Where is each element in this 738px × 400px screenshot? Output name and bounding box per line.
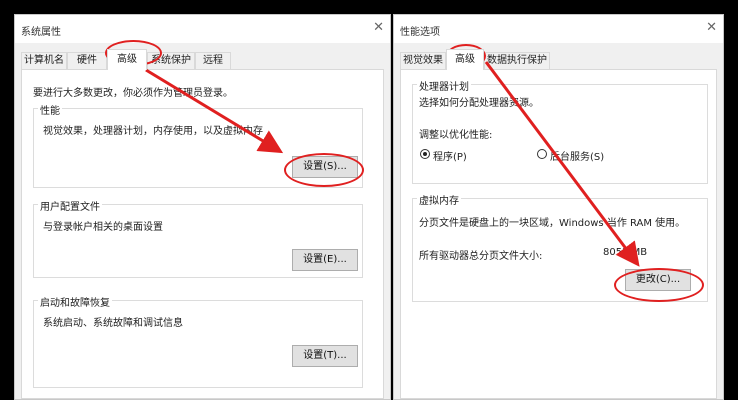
background-services-radio-label[interactable]: 后台服务(S) [550,148,604,163]
highlight-ellipse-change-button [614,268,704,302]
advanced-panel: 处理器计划 选择如何分配处理器资源。 调整以优化性能: 程序(P) 后台服务(S… [400,69,717,399]
tab-visual-effects[interactable]: 视觉效果 [400,52,446,69]
highlight-ellipse-performance-button [284,153,364,187]
paging-file-total-value: 8052 MB [603,247,648,258]
background-services-radio[interactable] [537,149,547,159]
performance-description: 视觉效果，处理器计划，内存使用，以及虚拟内存 [43,126,263,137]
title-bar[interactable]: 性能选项 ✕ [394,15,723,43]
tab-advanced[interactable]: 高级 [446,49,484,70]
performance-options-window: 性能选项 ✕ 视觉效果 高级 数据执行保护 处理器计划 选择如何分配处理器资源。… [393,14,724,400]
paging-file-total-label: 所有驱动器总分页文件大小: [419,251,543,262]
system-properties-window: 系统属性 ✕ 计算机名 硬件 高级 系统保护 远程 要进行大多数更改，你必须作为… [14,14,391,400]
user-profiles-settings-button[interactable]: 设置(E)... [292,249,358,271]
window-title: 性能选项 [400,27,440,38]
admin-notice: 要进行大多数更改，你必须作为管理员登录。 [33,88,233,99]
performance-group-title: 性能 [38,102,62,117]
user-profiles-group-title: 用户配置文件 [38,198,102,213]
window-content: 视觉效果 高级 数据执行保护 处理器计划 选择如何分配处理器资源。 调整以优化性… [394,43,723,399]
processor-scheduling-group: 处理器计划 选择如何分配处理器资源。 调整以优化性能: 程序(P) 后台服务(S… [412,78,708,184]
title-bar[interactable]: 系统属性 ✕ [15,15,390,43]
close-icon[interactable]: ✕ [706,20,717,35]
tab-remote[interactable]: 远程 [195,52,231,69]
tab-data-execution-prevention[interactable]: 数据执行保护 [484,52,550,69]
processor-scheduling-title: 处理器计划 [417,78,471,93]
virtual-memory-description: 分页文件是硬盘上的一块区域，Windows 当作 RAM 使用。 [419,218,686,229]
user-profiles-description: 与登录帐户相关的桌面设置 [43,222,163,233]
startup-recovery-group: 启动和故障恢复 系统启动、系统故障和调试信息 设置(T)... [33,294,363,388]
startup-recovery-description: 系统启动、系统故障和调试信息 [43,318,183,329]
programs-radio-label[interactable]: 程序(P) [433,148,467,163]
processor-scheduling-description: 选择如何分配处理器资源。 [419,98,539,109]
window-content: 计算机名 硬件 高级 系统保护 远程 要进行大多数更改，你必须作为管理员登录。 … [15,43,390,399]
adjust-for-label: 调整以优化性能: [419,130,493,141]
startup-recovery-settings-button[interactable]: 设置(T)... [292,345,358,367]
startup-recovery-group-title: 启动和故障恢复 [38,294,112,309]
tab-advanced[interactable]: 高级 [107,49,147,70]
window-title: 系统属性 [21,27,61,38]
user-profiles-group: 用户配置文件 与登录帐户相关的桌面设置 设置(E)... [33,198,363,278]
advanced-panel: 要进行大多数更改，你必须作为管理员登录。 性能 视觉效果，处理器计划，内存使用，… [21,69,384,399]
programs-radio[interactable] [420,149,430,159]
close-icon[interactable]: ✕ [373,20,384,35]
tab-computer-name[interactable]: 计算机名 [21,52,67,69]
virtual-memory-title: 虚拟内存 [417,192,461,207]
tab-hardware[interactable]: 硬件 [67,52,107,69]
